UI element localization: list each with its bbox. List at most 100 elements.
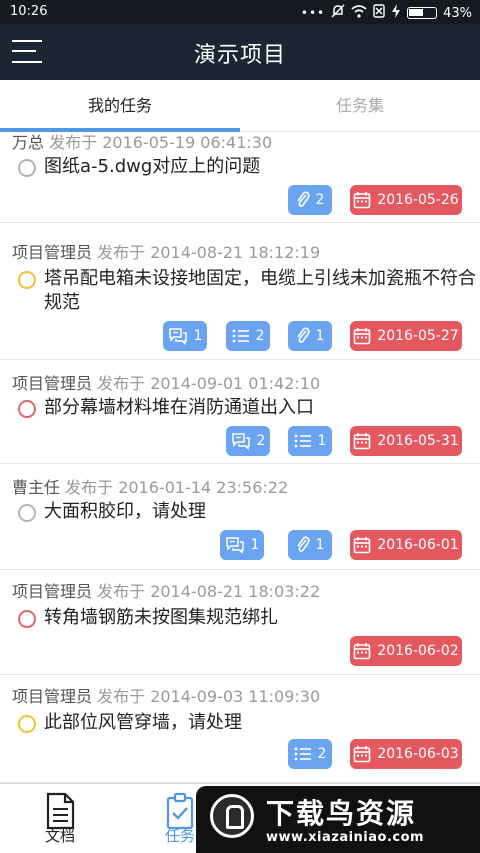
tab-bar: 我的任务 任务集 [0, 80, 480, 132]
status-icons: ••• 43% [301, 4, 472, 22]
due-date: 2016-06-02 [377, 643, 459, 659]
attachment-count: 2 [315, 192, 325, 208]
task-author: 项目管理员 [12, 687, 93, 706]
paperclip-icon [296, 191, 310, 207]
comment-badge[interactable]: 1 [220, 530, 264, 560]
title-bar: 演示项目 [0, 24, 480, 80]
due-date: 2016-06-03 [377, 746, 459, 762]
calendar-icon [354, 433, 371, 450]
due-date-badge[interactable]: 2016-06-02 [350, 636, 462, 666]
comment-icon [168, 328, 187, 345]
watermark-text: 下载鸟资源 [266, 797, 417, 830]
charging-icon [391, 4, 401, 22]
comment-icon [225, 537, 244, 554]
due-date-badge[interactable]: 2016-06-03 [350, 739, 462, 769]
task-author: 项目管理员 [12, 243, 93, 262]
comment-count: 2 [256, 433, 266, 449]
task-title: 部分幕墙材料堆在消防通道出入口 [44, 397, 314, 418]
battery-percent: 43% [443, 5, 472, 21]
task-status-circle-icon[interactable] [18, 504, 36, 522]
checklist-count: 2 [317, 746, 327, 762]
task-title: 大面积胶印，请处理 [44, 501, 206, 522]
paperclip-icon [296, 327, 310, 343]
task-item[interactable]: 项目管理员 发布于 2014-09-01 01:42:10 部分幕墙材料堆在消防… [0, 360, 480, 464]
task-status-circle-icon[interactable] [18, 271, 36, 289]
tab-my-tasks[interactable]: 我的任务 [0, 80, 240, 132]
task-meta: 项目管理员 发布于 2014-09-01 01:42:10 [12, 370, 320, 394]
task-title: 图纸a-5.dwg对应上的问题 [44, 156, 261, 177]
watermark-logo-icon [210, 794, 254, 838]
wifi-icon [351, 4, 367, 22]
sim-off-icon [373, 4, 385, 22]
watermark-banner: 下载鸟资源 www.xiazainiao.com [196, 786, 480, 853]
task-meta: 项目管理员 发布于 2014-09-03 11:09:30 [12, 683, 320, 707]
due-date-badge[interactable]: 2016-05-26 [350, 185, 462, 215]
task-status-circle-icon[interactable] [18, 159, 36, 177]
task-author: 万总 [12, 133, 45, 152]
comment-badge[interactable]: 1 [163, 321, 207, 351]
paperclip-icon [296, 536, 310, 552]
attachment-badge[interactable]: 1 [288, 530, 332, 560]
comment-count: 1 [193, 328, 203, 344]
task-meta: 项目管理员 发布于 2014-08-21 18:03:22 [12, 578, 320, 602]
task-published: 发布于 2016-05-19 06:41:30 [49, 133, 273, 152]
task-item[interactable]: 项目管理员 发布于 2014-09-03 11:09:30 此部位风管穿墙，请处… [0, 675, 480, 783]
attachment-count: 1 [315, 328, 325, 344]
due-date-badge[interactable]: 2016-06-01 [350, 530, 462, 560]
task-meta: 曹主任 发布于 2016-01-14 23:56:22 [12, 474, 288, 498]
task-status-circle-icon[interactable] [18, 610, 36, 628]
task-title: 转角墙钢筋未按图集规范绑扎 [44, 607, 278, 628]
tab-task-sets[interactable]: 任务集 [240, 80, 480, 132]
comment-count: 1 [250, 537, 260, 553]
checklist-count: 2 [255, 328, 265, 344]
status-bar: 10:26 ••• 43% [0, 0, 480, 24]
due-date-badge[interactable]: 2016-05-27 [350, 321, 462, 351]
watermark-url: www.xiazainiao.com [266, 830, 425, 845]
task-list[interactable]: 万总 发布于 2016-05-19 06:41:30 图纸a-5.dwg对应上的… [0, 133, 480, 783]
comment-icon [231, 433, 250, 450]
task-published: 发布于 2014-09-03 11:09:30 [97, 687, 321, 706]
task-title: 此部位风管穿墙，请处理 [44, 712, 242, 733]
task-title: 塔吊配电箱未设接地固定，电缆上引线未加瓷瓶不符合规范 [44, 268, 476, 313]
attachment-badge[interactable]: 2 [288, 185, 332, 215]
mute-icon [331, 4, 345, 22]
due-date: 2016-06-01 [377, 537, 459, 553]
attachment-badge[interactable]: 1 [288, 321, 332, 351]
due-date-badge[interactable]: 2016-05-31 [350, 426, 462, 456]
checklist-count: 1 [317, 433, 327, 449]
status-time: 10:26 [10, 4, 48, 19]
calendar-icon [354, 192, 371, 209]
nav-documents-label: 文档 [44, 827, 75, 845]
notification-dots-icon: ••• [300, 6, 326, 20]
task-published: 发布于 2014-08-21 18:03:22 [97, 582, 321, 601]
task-meta: 项目管理员 发布于 2014-08-21 18:12:19 [12, 239, 320, 263]
checklist-badge[interactable]: 2 [226, 321, 270, 351]
list-icon [294, 434, 311, 448]
page-title: 演示项目 [193, 43, 286, 68]
task-item[interactable]: 曹主任 发布于 2016-01-14 23:56:22 大面积胶印，请处理 1 … [0, 464, 480, 570]
task-status-circle-icon[interactable] [18, 715, 36, 733]
active-tab-indicator [0, 128, 240, 132]
checklist-badge[interactable]: 2 [288, 739, 332, 769]
task-status-circle-icon[interactable] [18, 400, 36, 418]
calendar-icon [354, 643, 371, 660]
due-date: 2016-05-27 [377, 328, 459, 344]
task-meta: 万总 发布于 2016-05-19 06:41:30 [12, 133, 272, 153]
task-item[interactable]: 项目管理员 发布于 2014-08-21 18:12:19 塔吊配电箱未设接地固… [0, 223, 480, 360]
calendar-icon [354, 537, 371, 554]
task-published: 发布于 2014-08-21 18:12:19 [97, 243, 321, 262]
task-published: 发布于 2016-01-14 23:56:22 [65, 478, 289, 497]
attachment-count: 1 [315, 537, 325, 553]
checklist-badge[interactable]: 1 [288, 426, 332, 456]
task-item[interactable]: 万总 发布于 2016-05-19 06:41:30 图纸a-5.dwg对应上的… [0, 133, 480, 223]
task-author: 项目管理员 [12, 582, 93, 601]
task-item[interactable]: 项目管理员 发布于 2014-08-21 18:03:22 转角墙钢筋未按图集规… [0, 570, 480, 675]
due-date: 2016-05-31 [377, 433, 459, 449]
list-icon [294, 747, 311, 761]
calendar-icon [354, 746, 371, 763]
nav-documents[interactable]: 文档 [30, 784, 90, 853]
list-icon [232, 329, 249, 343]
comment-badge[interactable]: 2 [226, 426, 270, 456]
task-author: 项目管理员 [12, 374, 93, 393]
battery-icon [407, 7, 438, 19]
